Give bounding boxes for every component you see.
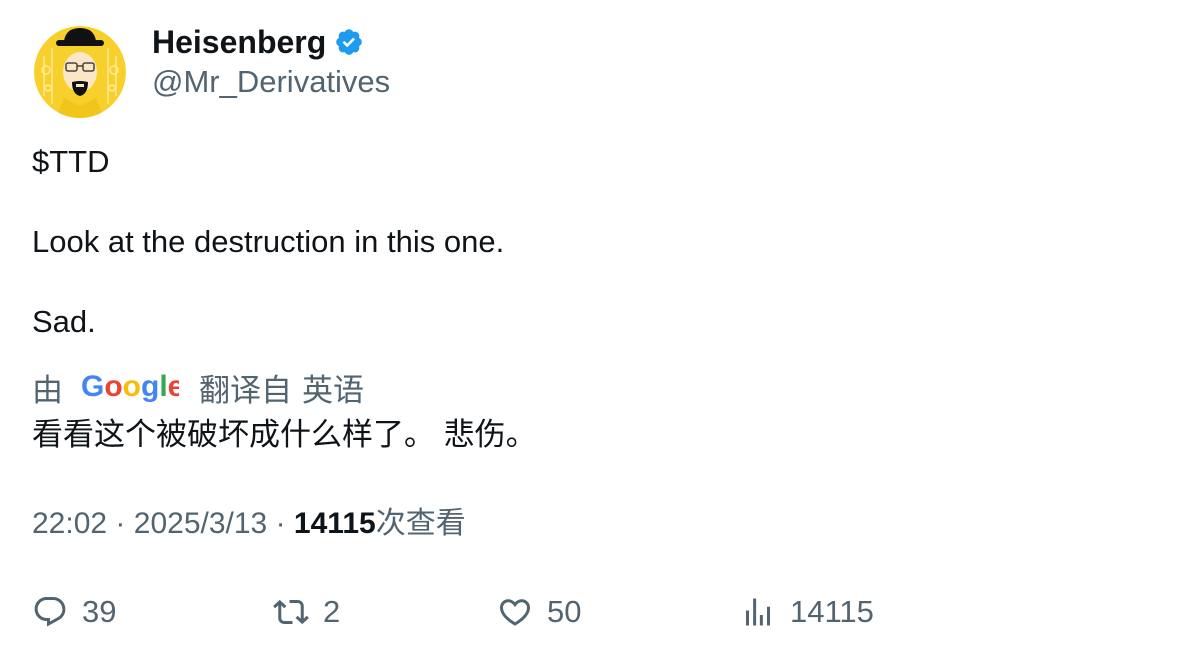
analytics-icon — [746, 598, 770, 626]
retweet-count: 2 — [323, 594, 341, 629]
tweet-text-line-3: Sad. — [32, 304, 96, 339]
retweet-button[interactable]: 2 — [273, 590, 340, 634]
verified-badge-icon — [336, 29, 363, 55]
meta-separator: · — [115, 507, 126, 540]
views-button[interactable]: 14115 — [740, 590, 874, 634]
author-name[interactable]: Heisenberg — [152, 22, 364, 62]
translated-by-label: 由 — [32, 372, 63, 408]
views-label: 次查看 — [375, 507, 466, 540]
views-count: 14115 — [293, 507, 376, 540]
heart-icon — [499, 599, 531, 626]
tweet-time[interactable]: 22:02 — [32, 507, 107, 540]
tweet-text-line-1[interactable]: $TTD — [32, 142, 110, 182]
tweet: Heisenberg @Mr_Derivatives $TTD Look at … — [0, 0, 1196, 658]
tweet-date[interactable]: 2025/3/13 — [134, 507, 267, 540]
like-button[interactable]: 50 — [497, 590, 581, 634]
translated-text: 看看这个被破坏成什么样了。 悲伤。 — [32, 417, 537, 452]
translation-attribution[interactable]: 由 Google 翻译自 英语 — [32, 366, 364, 408]
svg-text:Google: Google — [81, 370, 179, 403]
translated-from-label: 翻译自 — [199, 372, 292, 408]
source-language: 英语 — [302, 372, 364, 408]
avatar-image — [34, 26, 126, 118]
avatar[interactable] — [34, 26, 126, 118]
retweet-icon — [273, 599, 309, 625]
meta-separator: · — [275, 507, 286, 540]
google-logo-icon: Google — [81, 370, 179, 403]
display-name[interactable]: Heisenberg — [152, 22, 326, 62]
tweet-meta: 22:02 · 2025/3/13 · 14115次查看 — [32, 504, 466, 544]
author-handle[interactable]: @Mr_Derivatives — [152, 62, 390, 102]
views-action-count: 14115 — [790, 594, 874, 629]
reply-count: 39 — [82, 594, 117, 629]
reply-button[interactable]: 39 — [32, 590, 116, 634]
tweet-text-line-2: Look at the destruction in this one. — [32, 224, 505, 259]
like-count: 50 — [547, 594, 582, 629]
reply-icon — [34, 597, 66, 627]
